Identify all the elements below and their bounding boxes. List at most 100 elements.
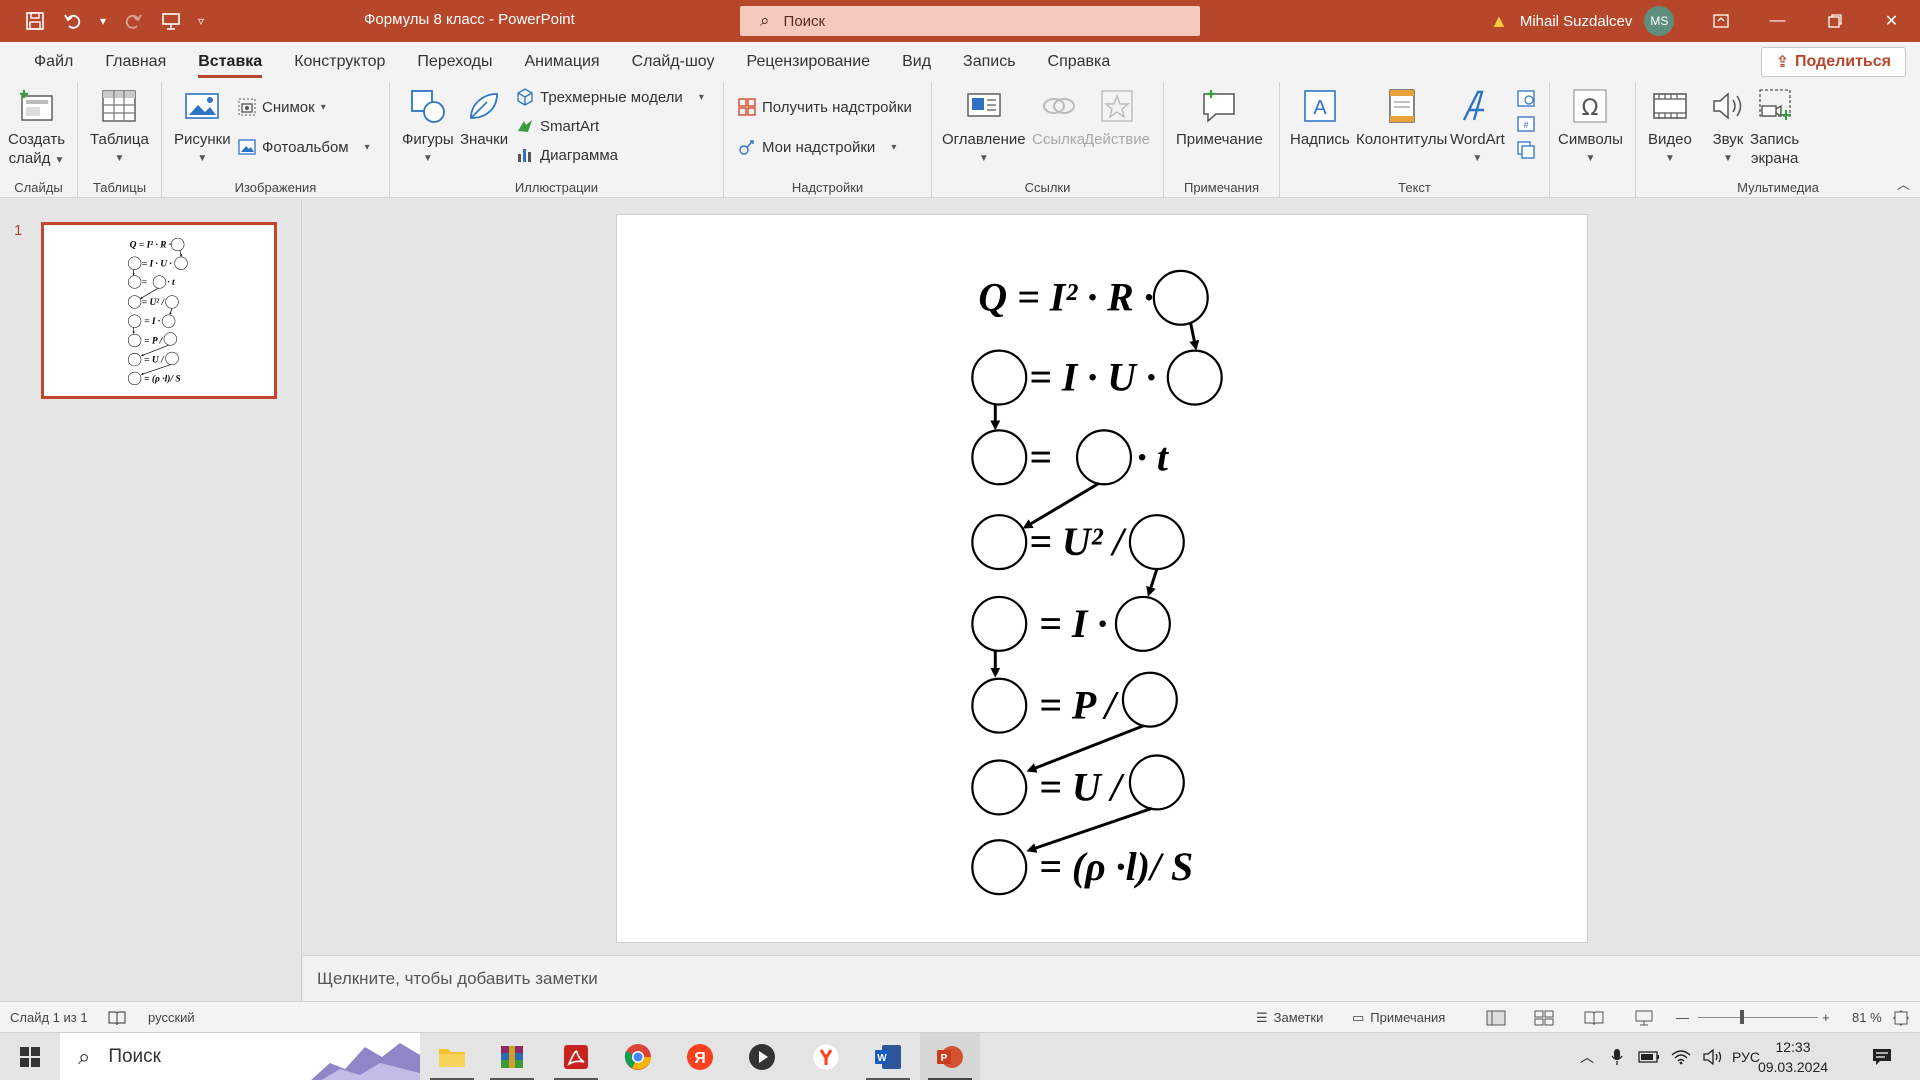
user-name[interactable]: Mihail Suzdalcev: [1520, 13, 1633, 30]
icons-button[interactable]: Значки: [460, 86, 508, 149]
show-hidden-icons-icon[interactable]: ︿: [1576, 1033, 1598, 1080]
redo-icon[interactable]: [116, 5, 150, 37]
toc-button[interactable]: Оглавление ▼: [942, 86, 1026, 168]
taskbar-word[interactable]: W: [858, 1033, 918, 1080]
tab-review[interactable]: Рецензирование: [731, 42, 887, 82]
shapes-button[interactable]: Фигуры ▼: [402, 86, 454, 168]
minimize-icon[interactable]: —: [1749, 0, 1806, 42]
tab-view[interactable]: Вид: [886, 42, 947, 82]
present-from-start-icon[interactable]: [154, 5, 188, 37]
screen-recording-button[interactable]: Запись экрана: [1750, 86, 1799, 168]
comments-toggle[interactable]: ▭ Примечания: [1352, 1002, 1445, 1033]
3d-models-button[interactable]: Трехмерные модели ▾: [516, 88, 704, 106]
header-footer-button[interactable]: Колонтитулы: [1356, 86, 1447, 149]
blank-circle[interactable]: [1075, 429, 1133, 486]
language-indicator[interactable]: русский: [148, 1002, 195, 1033]
tab-help[interactable]: Справка: [1032, 42, 1127, 82]
zoom-slider-thumb[interactable]: [1740, 1010, 1744, 1024]
save-icon[interactable]: [18, 5, 52, 37]
taskbar-chrome[interactable]: [608, 1033, 668, 1080]
search-box[interactable]: ⌕ Поиск: [740, 6, 1200, 36]
slide-thumbnail[interactable]: [41, 222, 277, 399]
link-button[interactable]: Ссылка: [1032, 86, 1085, 149]
ribbon-display-options-icon[interactable]: [1692, 0, 1749, 42]
zoom-in-icon[interactable]: +: [1822, 1002, 1830, 1033]
taskbar-yandex-browser[interactable]: [796, 1033, 856, 1080]
notes-pane[interactable]: Щелкните, чтобы добавить заметки: [303, 955, 1920, 1001]
collapse-ribbon-icon[interactable]: ︿: [1897, 174, 1910, 193]
object-icon[interactable]: [1516, 140, 1536, 164]
symbols-button[interactable]: Ω Символы ▼: [1558, 86, 1623, 168]
my-addins-button[interactable]: Мои надстройки ▾: [738, 138, 896, 156]
taskbar-powerpoint[interactable]: P: [920, 1033, 980, 1080]
warning-icon[interactable]: ▲: [1490, 11, 1508, 32]
zoom-out-icon[interactable]: —: [1676, 1002, 1689, 1033]
screenshot-button[interactable]: Снимок ▾: [238, 98, 326, 116]
taskbar-media-player[interactable]: [732, 1033, 792, 1080]
notes-toggle[interactable]: ☰ Заметки: [1256, 1002, 1323, 1033]
tab-insert[interactable]: Вставка: [182, 42, 278, 82]
tab-record[interactable]: Запись: [947, 42, 1032, 82]
tab-animations[interactable]: Анимация: [508, 42, 615, 82]
tab-file[interactable]: Файл: [18, 42, 89, 82]
avatar[interactable]: MS: [1644, 6, 1675, 36]
blank-circle[interactable]: [971, 839, 1028, 896]
blank-circle[interactable]: [971, 759, 1028, 816]
reading-view-icon[interactable]: [1584, 1002, 1604, 1033]
blank-circle[interactable]: [1121, 671, 1178, 728]
undo-dropdown-icon[interactable]: ▾: [94, 5, 112, 37]
blank-circle[interactable]: [971, 429, 1028, 486]
restore-icon[interactable]: [1806, 0, 1863, 42]
blank-circle[interactable]: [971, 595, 1028, 652]
microphone-icon[interactable]: [1606, 1033, 1628, 1080]
video-button[interactable]: Видео ▼: [1648, 86, 1692, 168]
slide-number-icon[interactable]: #: [1516, 114, 1536, 138]
normal-view-icon[interactable]: [1486, 1002, 1506, 1033]
slideshow-view-icon[interactable]: [1634, 1002, 1654, 1033]
smartart-button[interactable]: SmartArt: [516, 117, 599, 135]
taskbar-winrar[interactable]: [482, 1033, 542, 1080]
fit-to-window-icon[interactable]: [1892, 1002, 1910, 1033]
wordart-button[interactable]: WordArt ▼: [1450, 86, 1505, 168]
blank-circle[interactable]: [1128, 514, 1185, 571]
blank-circle[interactable]: [1166, 349, 1223, 406]
textbox-button[interactable]: A Надпись: [1290, 86, 1350, 149]
blank-circle[interactable]: [971, 514, 1028, 571]
taskbar-acrobat[interactable]: [546, 1033, 606, 1080]
taskbar-search[interactable]: ⌕ Поиск: [60, 1033, 420, 1080]
photo-album-button[interactable]: Фотоальбом ▾: [238, 138, 370, 156]
tab-design[interactable]: Конструктор: [278, 42, 401, 82]
taskbar-yandex[interactable]: Я: [670, 1033, 730, 1080]
blank-circle[interactable]: [1128, 754, 1185, 811]
pictures-button[interactable]: Рисунки ▼: [174, 86, 231, 168]
comment-button[interactable]: Примечание: [1176, 86, 1263, 149]
notifications-icon[interactable]: [1862, 1033, 1902, 1080]
volume-icon[interactable]: [1700, 1033, 1726, 1080]
audio-button[interactable]: Звук ▼: [1708, 86, 1748, 168]
system-clock[interactable]: 12:33 09.03.2024: [1753, 1037, 1833, 1077]
slide-sorter-icon[interactable]: [1534, 1002, 1554, 1033]
slide-canvas[interactable]: Q = I² · R · = I · U · = · t = U² / = I …: [616, 214, 1588, 943]
blank-circle[interactable]: [971, 349, 1028, 406]
blank-circle[interactable]: [971, 677, 1028, 734]
chart-button[interactable]: Диаграмма: [516, 146, 618, 164]
action-button[interactable]: Действие: [1084, 86, 1150, 149]
undo-icon[interactable]: [56, 5, 90, 37]
zoom-slider-track[interactable]: [1698, 1017, 1818, 1018]
start-button[interactable]: [0, 1033, 60, 1080]
customize-qat-icon[interactable]: ▿: [192, 5, 210, 37]
tab-home[interactable]: Главная: [89, 42, 182, 82]
table-button[interactable]: Таблица ▼: [90, 86, 149, 168]
wifi-icon[interactable]: [1668, 1033, 1694, 1080]
blank-circle[interactable]: [1114, 595, 1171, 652]
zoom-level[interactable]: 81 %: [1852, 1002, 1882, 1033]
get-addins-button[interactable]: Получить надстройки: [738, 98, 912, 116]
battery-icon[interactable]: [1636, 1033, 1662, 1080]
tab-slideshow[interactable]: Слайд-шоу: [616, 42, 731, 82]
taskbar-file-explorer[interactable]: [422, 1033, 482, 1080]
share-button[interactable]: ⇪ Поделиться: [1760, 47, 1906, 77]
blank-circle[interactable]: [1152, 269, 1209, 326]
date-time-icon[interactable]: [1516, 88, 1536, 112]
close-icon[interactable]: ✕: [1863, 0, 1920, 42]
accessibility-icon[interactable]: [108, 1002, 126, 1033]
